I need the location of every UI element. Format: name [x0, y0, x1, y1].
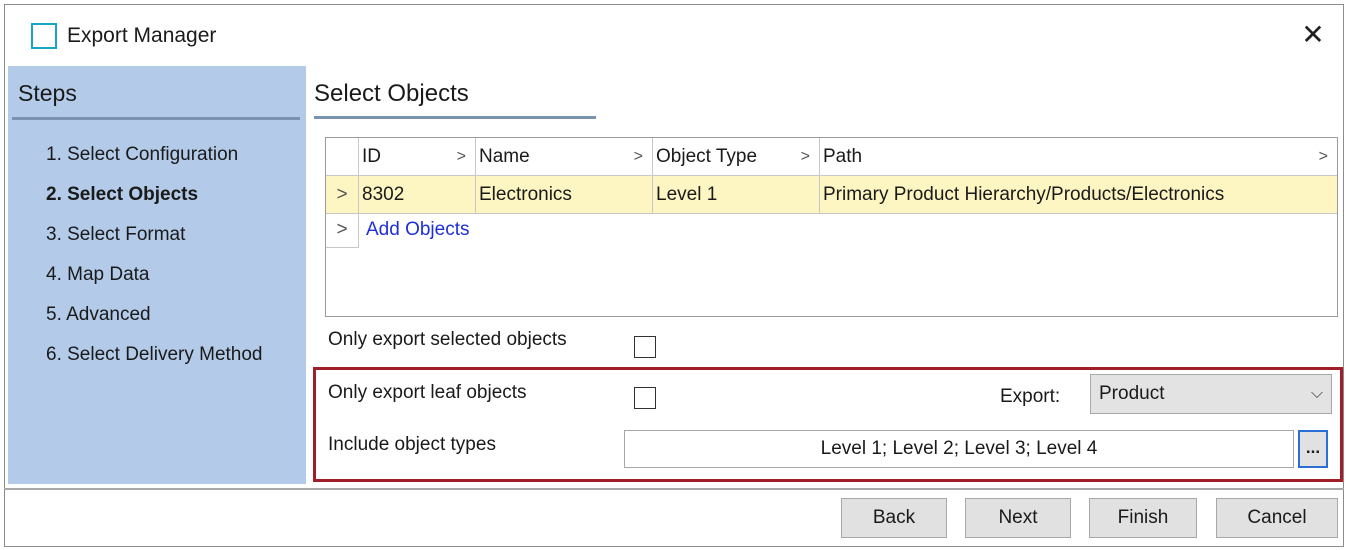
step-select-delivery-method[interactable]: 6. Select Delivery Method — [46, 342, 263, 382]
section-title: Select Objects — [314, 80, 469, 107]
include-types-field[interactable]: Level 1; Level 2; Level 3; Level 4 — [624, 430, 1294, 468]
cell-path[interactable]: Primary Product Hierarchy/Products/Elect… — [820, 176, 1337, 213]
column-chevron-icon: > — [1318, 148, 1328, 165]
steps-title: Steps — [18, 80, 77, 106]
window-icon — [31, 23, 57, 49]
only-selected-checkbox[interactable] — [634, 336, 656, 358]
export-dropdown-value: Product — [1099, 383, 1165, 404]
step-map-data[interactable]: 4. Map Data — [46, 262, 263, 302]
only-selected-label: Only export selected objects — [328, 329, 567, 350]
column-chevron-icon: > — [800, 148, 810, 165]
browse-types-button[interactable]: ... — [1298, 430, 1328, 468]
window-title: Export Manager — [67, 24, 217, 47]
steps-divider — [12, 117, 300, 120]
column-header-name[interactable]: Name > — [476, 138, 653, 175]
column-chevron-icon: > — [633, 148, 643, 165]
cell-id[interactable]: 8302 — [359, 176, 476, 213]
steps-list: 1. Select Configuration 2. Select Object… — [46, 142, 263, 382]
add-objects-row: > Add Objects — [326, 214, 1337, 248]
cancel-button[interactable]: Cancel — [1216, 498, 1338, 538]
next-button[interactable]: Next — [965, 498, 1071, 538]
export-label: Export: — [1000, 386, 1061, 407]
cell-name[interactable]: Electronics — [476, 176, 653, 213]
row-chevron-icon: > — [326, 214, 359, 248]
row-chevron-icon: > — [326, 176, 359, 213]
include-types-label: Include object types — [328, 434, 496, 455]
footer-divider — [4, 488, 1344, 490]
cell-object-type[interactable]: Level 1 — [653, 176, 820, 213]
step-select-objects[interactable]: 2. Select Objects — [46, 182, 263, 222]
column-header-id[interactable]: ID > — [359, 138, 476, 175]
close-icon: ✕ — [1301, 19, 1325, 50]
objects-grid: ID > Name > Object Type > Path > > 8302 Elec… — [325, 137, 1338, 317]
back-button[interactable]: Back — [841, 498, 947, 538]
column-header-path[interactable]: Path > — [820, 138, 1337, 175]
header-indicator — [326, 138, 359, 175]
chevron-down-icon: ⌵ — [1310, 385, 1323, 402]
column-header-object-type[interactable]: Object Type > — [653, 138, 820, 175]
finish-button[interactable]: Finish — [1089, 498, 1197, 538]
step-select-format[interactable]: 3. Select Format — [46, 222, 263, 262]
export-dropdown[interactable]: Product ⌵ — [1090, 374, 1332, 414]
only-leaf-label: Only export leaf objects — [328, 382, 527, 403]
step-select-configuration[interactable]: 1. Select Configuration — [46, 142, 263, 182]
close-button[interactable]: ✕ — [1297, 19, 1329, 51]
step-advanced[interactable]: 5. Advanced — [46, 302, 263, 342]
section-divider — [314, 116, 596, 119]
table-row[interactable]: > 8302 Electronics Level 1 Primary Produ… — [326, 176, 1337, 214]
title-bar: Export Manager ✕ — [5, 5, 1343, 69]
steps-sidebar: Steps 1. Select Configuration 2. Select … — [8, 66, 306, 484]
column-chevron-icon: > — [456, 148, 466, 165]
add-objects-link[interactable]: Add Objects — [366, 214, 470, 246]
grid-header: ID > Name > Object Type > Path > — [326, 138, 1337, 176]
only-leaf-checkbox[interactable] — [634, 387, 656, 409]
